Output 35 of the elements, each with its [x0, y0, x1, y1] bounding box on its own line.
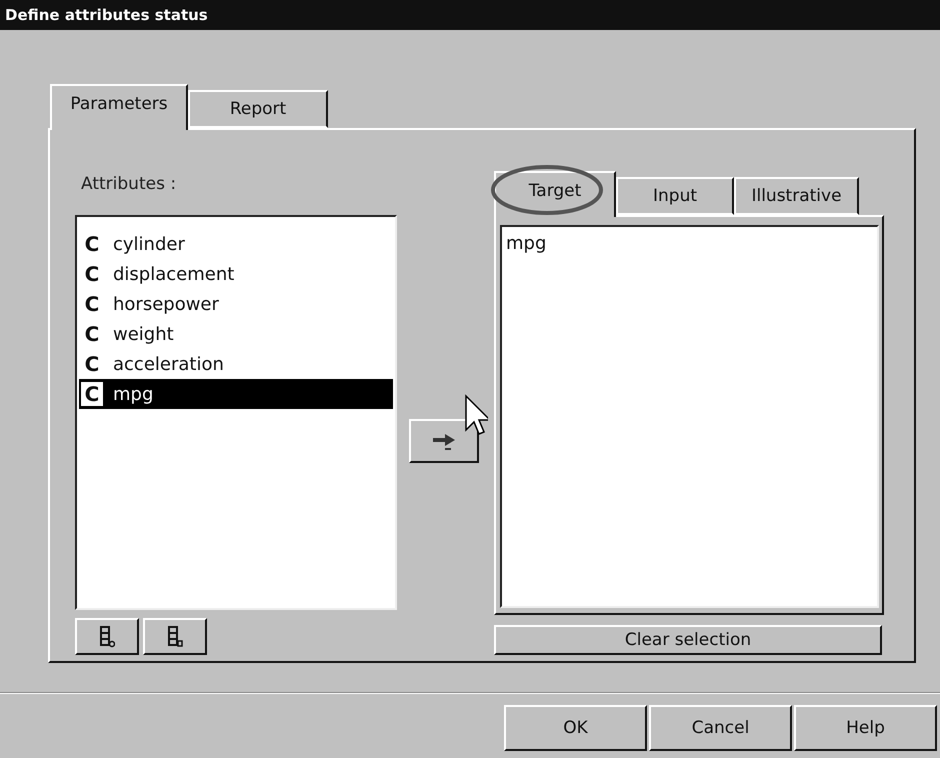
column-icon: [167, 626, 183, 648]
window-title: Define attributes status: [0, 0, 940, 30]
item-label: horsepower: [113, 294, 219, 314]
type-mark: C: [84, 262, 100, 286]
item-label: displacement: [113, 264, 234, 284]
list-item[interactable]: C mpg: [79, 379, 393, 409]
column-button[interactable]: [75, 618, 139, 655]
dialog-button[interactable]: OK: [504, 705, 647, 751]
list-item[interactable]: mpg: [506, 233, 873, 254]
item-label: cylinder: [113, 234, 185, 254]
list-item[interactable]: C cylinder: [79, 229, 393, 259]
type-mark: C: [84, 322, 100, 346]
move-button[interactable]: [409, 419, 479, 463]
clear-selection-button[interactable]: Clear selection: [494, 625, 882, 655]
item-label: acceleration: [113, 354, 224, 374]
dialog-button[interactable]: Help: [794, 705, 937, 751]
list-item[interactable]: C weight: [79, 319, 393, 349]
type-mark: C: [84, 232, 100, 256]
list-item[interactable]: C horsepower: [79, 289, 393, 319]
dialog-button[interactable]: Cancel: [649, 705, 792, 751]
attributes-label: Attributes :: [80, 173, 178, 196]
arrow-icon: [431, 431, 457, 451]
tab[interactable]: Input: [616, 177, 734, 215]
column-button[interactable]: [143, 618, 207, 655]
tab[interactable]: Report: [188, 90, 328, 128]
tab[interactable]: Parameters: [50, 84, 188, 130]
list-item[interactable]: C displacement: [79, 259, 393, 289]
type-mark: C: [81, 382, 103, 406]
item-label: weight: [113, 324, 174, 344]
item-label: mpg: [113, 384, 154, 404]
tab[interactable]: Illustrative: [734, 177, 859, 215]
type-mark: C: [84, 292, 100, 316]
column-icon: [99, 626, 115, 648]
type-mark: C: [84, 352, 100, 376]
list-item[interactable]: C acceleration: [79, 349, 393, 379]
